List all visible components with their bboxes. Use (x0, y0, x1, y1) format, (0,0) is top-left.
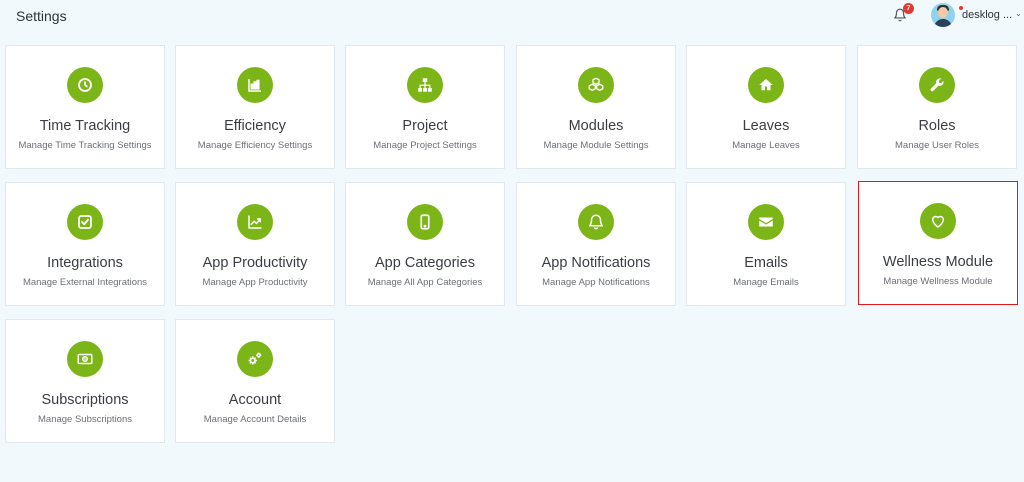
card-title: Leaves (742, 118, 790, 134)
check-square-icon (67, 204, 103, 240)
card-subscriptions[interactable]: Subscriptions Manage Subscriptions (5, 319, 165, 443)
avatar (931, 3, 955, 27)
card-title: Project (402, 118, 448, 134)
card-title: Subscriptions (41, 392, 129, 408)
card-leaves[interactable]: Leaves Manage Leaves (686, 45, 846, 169)
wrench-icon (919, 67, 955, 103)
chevron-down-icon (1016, 14, 1021, 17)
money-bill-icon (67, 341, 103, 377)
card-app-categories[interactable]: App Categories Manage All App Categories (345, 182, 505, 306)
card-subtitle: Manage Wellness Module (883, 276, 993, 287)
card-subtitle: Manage Leaves (732, 140, 800, 151)
card-integrations[interactable]: Integrations Manage External Integration… (5, 182, 165, 306)
notification-badge: 7 (903, 3, 914, 14)
card-title: Wellness Module (882, 254, 994, 270)
status-dot (959, 6, 963, 10)
card-time-tracking[interactable]: Time Tracking Manage Time Tracking Setti… (5, 45, 165, 169)
card-subtitle: Manage User Roles (895, 140, 979, 151)
card-subtitle: Manage App Notifications (542, 277, 650, 288)
card-subtitle: Manage External Integrations (22, 277, 148, 288)
card-wellness-module[interactable]: Wellness Module Manage Wellness Module (858, 181, 1018, 305)
home-icon (748, 67, 784, 103)
top-bar: Settings 7 desklog ... (0, 0, 1024, 34)
card-title: Modules (568, 118, 624, 134)
card-app-notifications[interactable]: App Notifications Manage App Notificatio… (516, 182, 676, 306)
card-title: Emails (744, 255, 788, 271)
clock-icon (67, 67, 103, 103)
user-name: desklog ... (962, 9, 1013, 21)
card-subtitle: Manage Project Settings (373, 140, 477, 151)
card-efficiency[interactable]: Efficiency Manage Efficiency Settings (175, 45, 335, 169)
card-subtitle: Manage Time Tracking Settings (18, 140, 152, 151)
card-title: Integrations (47, 255, 123, 271)
gears-icon (237, 341, 273, 377)
card-title: App Notifications (541, 255, 651, 271)
card-subtitle: Manage App Productivity (202, 277, 308, 288)
card-subtitle: Manage Module Settings (543, 140, 649, 151)
mobile-icon (407, 204, 443, 240)
heart-icon (920, 203, 956, 239)
card-account[interactable]: Account Manage Account Details (175, 319, 335, 443)
cubes-icon (578, 67, 614, 103)
card-title: Roles (918, 118, 956, 134)
card-subtitle: Manage Subscriptions (38, 414, 132, 425)
card-title: Account (228, 392, 282, 408)
page-title: Settings (16, 8, 67, 24)
bar-chart-icon (237, 67, 273, 103)
card-title: App Categories (375, 255, 475, 271)
card-title: Time Tracking (39, 118, 131, 134)
card-project[interactable]: Project Manage Project Settings (345, 45, 505, 169)
card-app-productivity[interactable]: App Productivity Manage App Productivity (175, 182, 335, 306)
card-subtitle: Manage Account Details (203, 414, 307, 425)
card-title: App Productivity (202, 255, 308, 271)
card-subtitle: Manage Efficiency Settings (197, 140, 313, 151)
user-menu[interactable]: desklog ... (931, 3, 1021, 27)
card-title: Efficiency (224, 118, 286, 134)
bell-icon (578, 204, 614, 240)
card-emails[interactable]: Emails Manage Emails (686, 182, 846, 306)
card-subtitle: Manage Emails (733, 277, 799, 288)
line-chart-icon (237, 204, 273, 240)
card-subtitle: Manage All App Categories (367, 277, 483, 288)
card-roles[interactable]: Roles Manage User Roles (857, 45, 1017, 169)
card-modules[interactable]: Modules Manage Module Settings (516, 45, 676, 169)
sitemap-icon (407, 67, 443, 103)
envelope-icon (748, 204, 784, 240)
